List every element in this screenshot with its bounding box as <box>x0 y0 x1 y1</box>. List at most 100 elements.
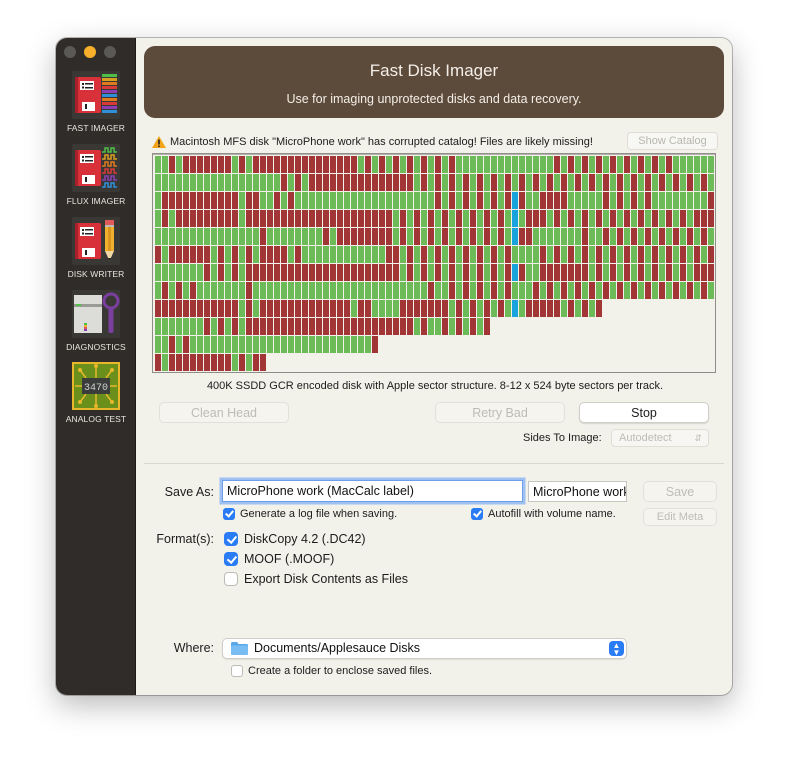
sector-cell-bad <box>379 210 385 227</box>
sector-cell-bad <box>505 174 511 191</box>
save-button[interactable]: Save <box>643 481 717 502</box>
create-folder-checkbox[interactable] <box>231 665 243 677</box>
sector-cell-bad <box>295 210 301 227</box>
sector-cell-good <box>176 264 182 281</box>
sector-cell-good <box>288 336 294 353</box>
sector-cell-good <box>400 192 406 209</box>
sector-cell-good <box>561 246 567 263</box>
retry-bad-button[interactable]: Retry Bad <box>435 402 565 423</box>
clean-head-button[interactable]: Clean Head <box>159 402 289 423</box>
sector-cell-good <box>414 246 420 263</box>
format-dc42-checkbox[interactable] <box>224 532 238 546</box>
format-moof-label: MOOF (.MOOF) <box>244 552 335 566</box>
sidebar-item-analog-test[interactable]: 3470 ANALOG TEST <box>56 362 136 424</box>
sector-cell-good <box>211 318 217 335</box>
minimize-button[interactable] <box>84 46 96 58</box>
sector-cell-good <box>414 318 420 335</box>
sector-cell-good <box>169 264 175 281</box>
zoom-button[interactable] <box>104 46 116 58</box>
where-select[interactable]: Documents/Applesauce Disks ▲ ▼ <box>222 638 627 659</box>
sector-cell-bad <box>610 210 616 227</box>
generate-log-option[interactable]: Generate a log file when saving. <box>223 508 397 520</box>
format-option-export[interactable]: Export Disk Contents as Files <box>224 572 408 586</box>
sector-cell-bad <box>302 264 308 281</box>
sector-cell-bad <box>330 156 336 173</box>
volume-name-input[interactable]: MicroPhone work <box>528 481 627 502</box>
sector-cell-unread <box>512 228 518 245</box>
sector-cell-good <box>568 174 574 191</box>
sector-cell-bad <box>204 246 210 263</box>
sidebar-item-disk-writer[interactable]: DISK WRITER <box>56 217 136 279</box>
sector-cell-bad <box>386 210 392 227</box>
stop-button[interactable]: Stop <box>579 402 709 423</box>
sector-cell-bad <box>554 246 560 263</box>
sidebar-item-fast-imager[interactable]: FAST IMAGER <box>56 71 136 133</box>
format-export-checkbox[interactable] <box>224 572 238 586</box>
sector-cell-good <box>393 228 399 245</box>
sector-cell-good <box>169 174 175 191</box>
sector-cell-bad <box>253 264 259 281</box>
sector-cell-bad <box>176 300 182 317</box>
sector-cell-bad <box>386 174 392 191</box>
sector-cell-good <box>372 300 378 317</box>
sector-cell-bad <box>533 300 539 317</box>
sector-cell-good <box>337 246 343 263</box>
sector-cell-good <box>631 264 637 281</box>
format-moof-checkbox[interactable] <box>224 552 238 566</box>
show-catalog-button[interactable]: Show Catalog <box>627 132 718 150</box>
sector-cell-bad <box>253 354 259 371</box>
sector-cell-bad <box>288 318 294 335</box>
sector-cell-bad <box>309 210 315 227</box>
sidebar-item-flux-imager[interactable]: FLUX IMAGER <box>56 144 136 206</box>
autofill-checkbox[interactable] <box>471 508 483 520</box>
sector-cell-bad <box>316 174 322 191</box>
close-button[interactable] <box>64 46 76 58</box>
page-title: Fast Disk Imager <box>369 61 499 80</box>
sector-cell-good <box>652 192 658 209</box>
sector-cell-good <box>498 156 504 173</box>
format-option-dc42[interactable]: DiskCopy 4.2 (.DC42) <box>224 532 366 546</box>
autofill-option[interactable]: Autofill with volume name. <box>471 508 616 520</box>
sector-cell-good <box>463 210 469 227</box>
sector-cell-good <box>561 156 567 173</box>
sector-cell-good <box>631 156 637 173</box>
sector-cell-good <box>162 174 168 191</box>
sector-cell-good <box>232 282 238 299</box>
create-folder-option[interactable]: Create a folder to enclose saved files. <box>231 665 432 677</box>
sector-cell-bad <box>190 246 196 263</box>
sector-cell-bad <box>400 210 406 227</box>
sector-cell-bad <box>190 192 196 209</box>
sector-cell-good <box>344 246 350 263</box>
sector-cell-good <box>232 228 238 245</box>
sector-cell-bad <box>337 318 343 335</box>
sector-cell-bad <box>309 156 315 173</box>
sector-cell-good <box>526 174 532 191</box>
format-option-moof[interactable]: MOOF (.MOOF) <box>224 552 334 566</box>
sector-cell-bad <box>274 264 280 281</box>
sector-cell-good <box>694 174 700 191</box>
sector-cell-good <box>372 156 378 173</box>
sector-cell-bad <box>274 192 280 209</box>
sidebar-item-diagnostics[interactable]: DIAGNOSTICS <box>56 290 136 352</box>
sector-cell-good <box>365 192 371 209</box>
sector-cell-bad <box>393 246 399 263</box>
sector-cell-bad <box>561 282 567 299</box>
sector-cell-good <box>449 300 455 317</box>
generate-log-checkbox[interactable] <box>223 508 235 520</box>
sector-cell-bad <box>631 192 637 209</box>
sidebar-item-label: ANALOG TEST <box>65 414 127 424</box>
edit-meta-button[interactable]: Edit Meta <box>643 508 717 526</box>
sector-cell-good <box>379 192 385 209</box>
filename-input[interactable]: MicroPhone work (MacCalc label) <box>222 480 523 502</box>
sector-cell-good <box>575 156 581 173</box>
sector-cell-bad <box>407 246 413 263</box>
sector-cell-bad <box>554 210 560 227</box>
sector-cell-good <box>540 156 546 173</box>
sector-cell-bad <box>239 156 245 173</box>
sector-cell-bad <box>624 210 630 227</box>
sector-cell-bad <box>295 156 301 173</box>
sides-select[interactable]: Autodetect ⇵ <box>611 429 709 447</box>
sector-cell-good <box>442 282 448 299</box>
sector-cell-bad <box>302 300 308 317</box>
sector-cell-bad <box>274 300 280 317</box>
